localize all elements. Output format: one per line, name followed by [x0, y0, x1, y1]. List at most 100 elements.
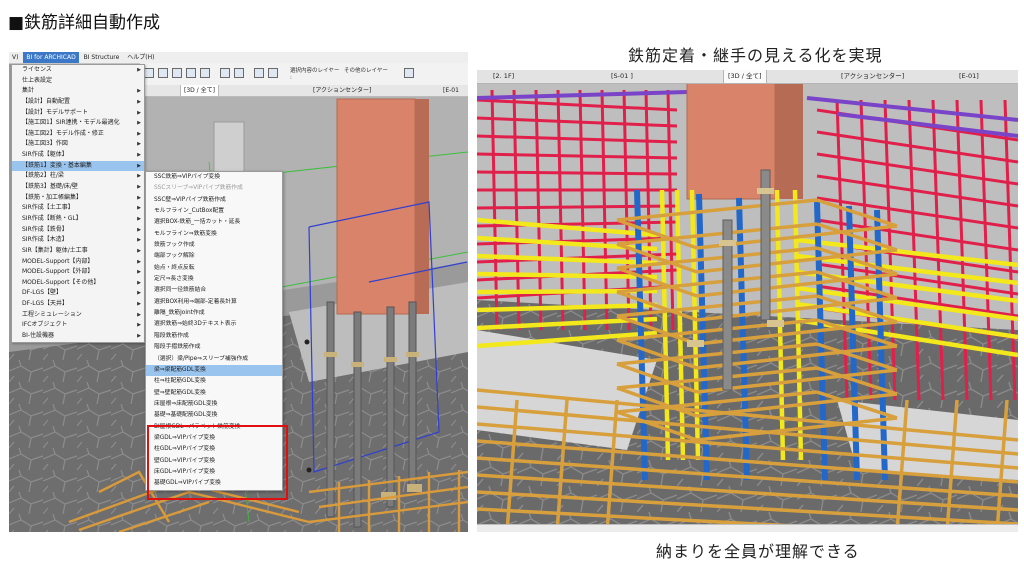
- submenu-item[interactable]: 階段手摺鉄筋作成: [146, 342, 282, 353]
- submenu-item[interactable]: 壁⇒壁配筋GDL変換: [146, 388, 282, 399]
- menu-item[interactable]: 【鉄筋・加工帳編集】 ▶: [12, 193, 144, 204]
- submenu-item[interactable]: 選択同一径鉄筋結合: [146, 285, 282, 296]
- caption-top: 鉄筋定着・継手の見える化を実現: [628, 46, 883, 65]
- submenu-item[interactable]: 基礎GDL⇒VIPパイプ変換: [146, 478, 282, 489]
- menu-item[interactable]: 集計 ▶: [12, 86, 144, 97]
- menu-item[interactable]: MODEL-Support【その他】 ▶: [12, 278, 144, 289]
- undo-icon[interactable]: [404, 68, 414, 78]
- submenu-item[interactable]: 鉄筋フック作成: [146, 240, 282, 251]
- rebar-conversion-submenu: SSC鉄筋⇒VIPパイプ変換 SSCスリーブ⇒VIPパイプ鉄筋作成 SSC壁⇒VIP…: [145, 171, 283, 491]
- submenu-arrow-icon: ▶: [137, 152, 141, 159]
- submenu-arrow-icon: ▶: [137, 109, 141, 116]
- submenu-arrow-icon: ▶: [137, 258, 141, 265]
- submenu-item[interactable]: 梁⇒梁配筋GDL変換: [146, 364, 282, 377]
- toolbar-icon[interactable]: [220, 68, 230, 78]
- toolbar-other-layer-label: その他のレイヤー: [344, 68, 388, 74]
- menu-item[interactable]: 【施工図1】SIR連携・モデル最適化 ▶: [12, 118, 144, 129]
- menu-item[interactable]: ライセンス ▶: [12, 65, 144, 76]
- toolbar-icon[interactable]: [158, 68, 168, 78]
- menu-item[interactable]: 【鉄筋1】変換・基本編集 ▶: [12, 160, 144, 172]
- tab-2-1f[interactable]: [2. 1F]: [489, 70, 518, 83]
- menu-item-label: 仕上表設定: [22, 76, 53, 84]
- submenu-item[interactable]: 階段鉄筋作成: [146, 331, 282, 342]
- menu-item[interactable]: SIR作成【断熱・GL】 ▶: [12, 214, 144, 225]
- toolbar-icon[interactable]: [234, 68, 244, 78]
- menu-item[interactable]: DF-LGS【壁】 ▶: [12, 288, 144, 299]
- tab-action-center-right[interactable]: [アクションセンター]: [837, 70, 908, 83]
- tab-3d-all-right[interactable]: [3D / 全て]: [723, 70, 767, 83]
- toolbar-icon[interactable]: [172, 68, 182, 78]
- menu-item-label: 【鉄筋3】基礎/床/壁: [22, 183, 78, 191]
- toolbar-icon[interactable]: [268, 68, 278, 78]
- submenu-item[interactable]: モルフライン⇒鉄筋変換: [146, 229, 282, 240]
- submenu-item[interactable]: 端部フック解除: [146, 251, 282, 262]
- menu-item-label: ライセンス: [22, 66, 52, 73]
- menu-item-label: 【施工図2】モデル作成・修正: [22, 129, 104, 137]
- menu-item[interactable]: SIR【集計】躯体/土工事 ▶: [12, 246, 144, 257]
- menubar-item-bi-structure[interactable]: BI Structure: [81, 52, 123, 63]
- menubar-item-bi-for-archicad[interactable]: BI for ARCHICAD: [23, 52, 79, 63]
- submenu-item[interactable]: モルフライン_CutBox配置: [146, 206, 282, 217]
- right-3d-viewport[interactable]: [477, 70, 1018, 532]
- menu-item[interactable]: SIR作成【躯体】 ▶: [12, 150, 144, 161]
- submenu-item[interactable]: 選択BOX利用⇒端部-定着長計算: [146, 297, 282, 308]
- tab-action-center[interactable]: [アクションセンター]: [310, 85, 374, 96]
- submenu-item[interactable]: 床屋根⇒床配筋GDL変換: [146, 399, 282, 410]
- menu-item[interactable]: MODEL-Support【外部】 ▶: [12, 267, 144, 278]
- menu-item-label: SIR作成【断熱・GL】: [22, 214, 82, 222]
- menu-item[interactable]: BI-住設機器 ▶: [12, 331, 144, 342]
- menu-item[interactable]: DF-LGS【天井】 ▶: [12, 299, 144, 310]
- submenu-item[interactable]: 柱⇒柱配筋GDL変換: [146, 376, 282, 387]
- menu-item[interactable]: MODEL-Support【内部】 ▶: [12, 257, 144, 268]
- submenu-item[interactable]: BI屋根GDL⇒パラペット鉄筋変換: [146, 422, 282, 433]
- submenu-item[interactable]: 床GDL⇒VIPパイプ変換: [146, 467, 282, 478]
- menu-item-label: 【施工図1】SIR連携・モデル最適化: [22, 119, 120, 127]
- menu-item[interactable]: 工程シミュレーション ▶: [12, 310, 144, 321]
- menu-item[interactable]: 【鉄筋2】柱/梁 ▶: [12, 171, 144, 182]
- menu-item[interactable]: 【設計】自動配置 ▶: [12, 97, 144, 108]
- submenu-arrow-icon: ▶: [137, 247, 141, 254]
- menu-item-label: SIR作成【土工事】: [22, 204, 74, 212]
- menubar-item-help[interactable]: ヘルプ(H): [124, 52, 157, 63]
- submenu-item[interactable]: SSC壁⇒VIPパイプ鉄筋作成: [146, 195, 282, 206]
- menu-item[interactable]: 仕上表設定: [12, 76, 144, 87]
- menu-item[interactable]: 【施工図3】作図 ▶: [12, 139, 144, 150]
- tab-e01-right[interactable]: [E-01]: [955, 70, 983, 83]
- submenu-arrow-icon: ▶: [137, 279, 141, 286]
- submenu-item[interactable]: SSC鉄筋⇒VIPパイプ変換: [146, 172, 282, 183]
- menubar-item[interactable]: V): [9, 52, 21, 63]
- status-bar: [477, 524, 1018, 532]
- tab-3d-all[interactable]: [3D / 全て]: [180, 85, 219, 96]
- submenu-item[interactable]: 選択鉄筋⇒始終3Dテキスト表示: [146, 319, 282, 330]
- submenu-item[interactable]: （選択）梁/Pipe⇒スリーブ補強作成: [146, 354, 282, 365]
- menu-item[interactable]: SIR作成【木造】 ▶: [12, 235, 144, 246]
- submenu-item[interactable]: 柱GDL⇒VIPパイプ変換: [146, 444, 282, 455]
- menu-item[interactable]: SIR作成【鉄骨】 ▶: [12, 225, 144, 236]
- menu-item-label: SIR作成【躯体】: [22, 151, 68, 159]
- submenu-item[interactable]: 選択BOX-鉄筋_一括カット・延長: [146, 217, 282, 228]
- tab-s01[interactable]: [S-01 ]: [607, 70, 637, 83]
- toolbar-icon[interactable]: [200, 68, 210, 78]
- submenu-item[interactable]: 基礎⇒基礎配筋GDL変換: [146, 410, 282, 421]
- submenu-item[interactable]: 梁GDL⇒VIPパイプ変換: [146, 433, 282, 444]
- submenu-item[interactable]: 始点・終点反転: [146, 263, 282, 274]
- menu-item-label: MODEL-Support【その他】: [22, 278, 100, 286]
- tab-e01[interactable]: [E-01: [440, 85, 462, 96]
- toolbar-icon[interactable]: [254, 68, 264, 78]
- submenu-arrow-icon: ▶: [137, 322, 141, 329]
- menu-item[interactable]: 【設計】モデルサポート ▶: [12, 108, 144, 119]
- submenu-item[interactable]: 離隔_鉄筋Joint作成: [146, 308, 282, 319]
- page-title: ■鉄筋詳細自動作成: [8, 13, 161, 33]
- menu-item[interactable]: SIR作成【土工事】 ▶: [12, 203, 144, 214]
- submenu-item[interactable]: 壁GDL⇒VIPパイプ変換: [146, 456, 282, 467]
- menu-item-label: IFCオブジェクト: [22, 321, 68, 329]
- menu-item-label: SIR作成【鉄骨】: [22, 225, 68, 233]
- view-tabs: [3D / 全て] [アクションセンター] [E-01: [140, 85, 468, 97]
- menu-item[interactable]: 【施工図2】モデル作成・修正 ▶: [12, 129, 144, 140]
- submenu-item[interactable]: 定尺⇒長さ変換: [146, 274, 282, 285]
- submenu-arrow-icon: ▶: [137, 301, 141, 308]
- menu-item[interactable]: 【鉄筋3】基礎/床/壁 ▶: [12, 182, 144, 193]
- toolbar-icon[interactable]: [144, 68, 154, 78]
- menu-item[interactable]: IFCオブジェクト ▶: [12, 320, 144, 331]
- toolbar-icon[interactable]: [186, 68, 196, 78]
